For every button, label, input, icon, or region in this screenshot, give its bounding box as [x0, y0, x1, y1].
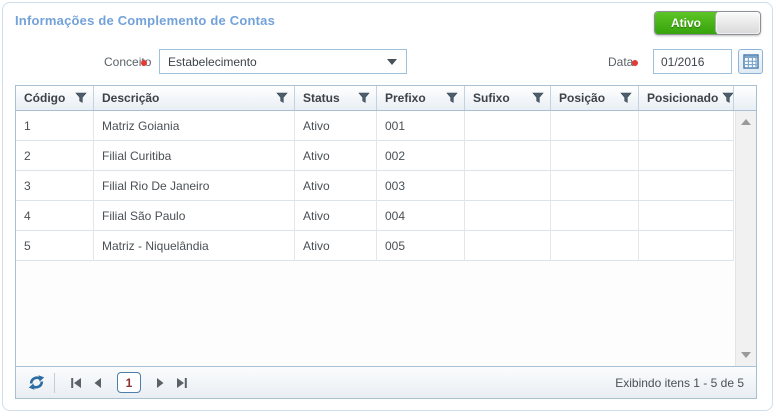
cell-prefixo: 001: [377, 111, 465, 141]
column-header-descricao[interactable]: Descrição: [94, 86, 295, 110]
scroll-down-icon[interactable]: [741, 352, 751, 358]
filter-icon[interactable]: [446, 92, 458, 104]
table-row[interactable]: 4 Filial São Paulo Ativo 004: [16, 201, 756, 231]
cell-sufixo: [465, 231, 551, 261]
calendar-button[interactable]: [738, 49, 763, 74]
grid-footer: 1 Exibindo itens 1 - 5 de 5: [16, 366, 756, 398]
cell-descricao: Matriz Goiania: [94, 111, 295, 141]
cell-sufixo: [465, 141, 551, 171]
cell-descricao: Matriz - Niquelândia: [94, 231, 295, 261]
table-row[interactable]: 2 Filial Curitiba Ativo 002: [16, 141, 756, 171]
column-header-codigo[interactable]: Código: [16, 86, 94, 110]
cell-sufixo: [465, 201, 551, 231]
cell-sufixo: [465, 171, 551, 201]
cell-posicionado: [639, 111, 734, 141]
cell-descricao: Filial Rio De Janeiro: [94, 171, 295, 201]
column-header-sufixo[interactable]: Sufixo: [465, 86, 551, 110]
cell-status: Ativo: [295, 111, 377, 141]
cell-posicao: [551, 201, 639, 231]
next-page-button[interactable]: [149, 372, 171, 394]
cell-codigo: 5: [16, 231, 94, 261]
scroll-up-icon[interactable]: [741, 119, 751, 125]
cell-posicionado: [639, 171, 734, 201]
filter-icon[interactable]: [276, 92, 288, 104]
column-header-status[interactable]: Status: [295, 86, 377, 110]
cell-codigo: 4: [16, 201, 94, 231]
cell-posicao: [551, 111, 639, 141]
grid-header: Código Descrição Status Prefixo Sufixo P…: [16, 86, 756, 111]
data-label: Data: [608, 55, 633, 69]
cell-status: Ativo: [295, 171, 377, 201]
conceito-selected-value: Estabelecimento: [160, 55, 387, 69]
accounts-grid: Código Descrição Status Prefixo Sufixo P…: [15, 85, 757, 399]
table-row[interactable]: 3 Filial Rio De Janeiro Ativo 003: [16, 171, 756, 201]
toggle-knob[interactable]: [715, 12, 760, 34]
refresh-icon: [28, 374, 45, 391]
filter-icon[interactable]: [532, 92, 544, 104]
cell-sufixo: [465, 111, 551, 141]
cell-status: Ativo: [295, 141, 377, 171]
grid-body: 1 Matriz Goiania Ativo 001 2 Filial Curi…: [16, 111, 756, 366]
cell-prefixo: 004: [377, 201, 465, 231]
cell-posicao: [551, 231, 639, 261]
cell-codigo: 2: [16, 141, 94, 171]
filter-icon[interactable]: [75, 92, 87, 104]
filter-icon[interactable]: [358, 92, 370, 104]
table-row[interactable]: 5 Matriz - Niquelândia Ativo 005: [16, 231, 756, 261]
filter-icon[interactable]: [722, 92, 734, 104]
calendar-icon: [743, 54, 759, 69]
data-required-dot: [632, 60, 638, 66]
cell-descricao: Filial São Paulo: [94, 201, 295, 231]
prev-page-button[interactable]: [87, 372, 109, 394]
items-count-status: Exibindo itens 1 - 5 de 5: [615, 376, 748, 390]
filter-icon[interactable]: [620, 92, 632, 104]
cell-status: Ativo: [295, 231, 377, 261]
page-number-button[interactable]: 1: [117, 372, 141, 393]
last-page-button[interactable]: [171, 372, 193, 394]
cell-posicionado: [639, 231, 734, 261]
prev-page-icon: [92, 377, 104, 389]
toggle-on-label: Ativo: [655, 12, 717, 34]
cell-prefixo: 003: [377, 171, 465, 201]
conceito-required-dot: [141, 60, 147, 66]
data-input[interactable]: [653, 49, 732, 74]
first-page-button[interactable]: [65, 372, 87, 394]
cell-prefixo: 005: [377, 231, 465, 261]
first-page-icon: [70, 377, 82, 389]
scrollbar[interactable]: [735, 111, 756, 366]
cell-posicionado: [639, 201, 734, 231]
cell-status: Ativo: [295, 201, 377, 231]
cell-posicao: [551, 171, 639, 201]
cell-codigo: 1: [16, 111, 94, 141]
column-header-posicao[interactable]: Posição: [551, 86, 639, 110]
table-row[interactable]: 1 Matriz Goiania Ativo 001: [16, 111, 756, 141]
cell-prefixo: 002: [377, 141, 465, 171]
column-header-spacer: [734, 86, 756, 110]
cell-posicao: [551, 141, 639, 171]
conceito-select[interactable]: Estabelecimento: [159, 49, 407, 74]
chevron-down-icon: [387, 59, 397, 65]
cell-descricao: Filial Curitiba: [94, 141, 295, 171]
refresh-button[interactable]: [24, 371, 48, 395]
column-header-prefixo[interactable]: Prefixo: [377, 86, 465, 110]
ativo-toggle[interactable]: Ativo: [654, 11, 761, 35]
next-page-icon: [154, 377, 166, 389]
page-title: Informações de Complemento de Contas: [15, 13, 275, 28]
last-page-icon: [176, 377, 188, 389]
cell-codigo: 3: [16, 171, 94, 201]
cell-posicionado: [639, 141, 734, 171]
footer-separator: [54, 373, 55, 393]
column-header-posicionado[interactable]: Posicionado: [639, 86, 734, 110]
complement-info-panel: Informações de Complemento de Contas Ati…: [2, 2, 773, 411]
